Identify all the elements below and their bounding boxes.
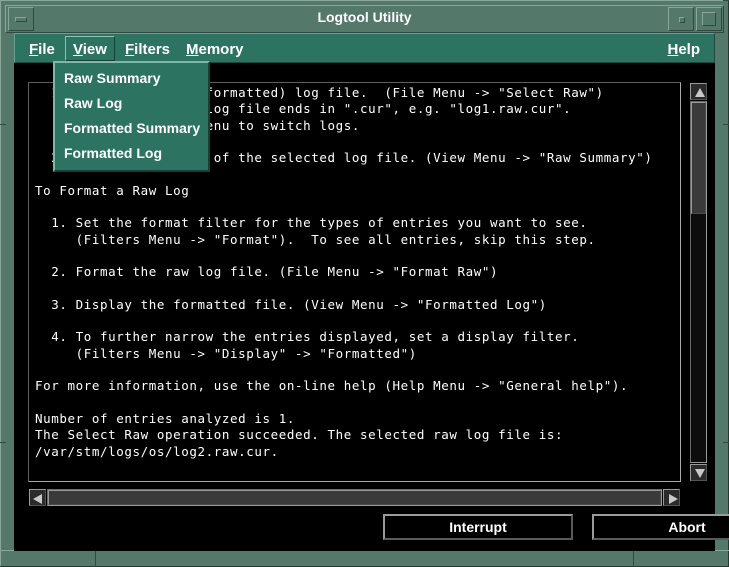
restore-button[interactable] bbox=[668, 7, 694, 31]
scroll-left-arrow-icon[interactable] bbox=[29, 489, 46, 506]
maximize-icon bbox=[702, 12, 716, 26]
menu-item-memory-rest: emory bbox=[198, 41, 244, 58]
restore-icon bbox=[679, 17, 685, 23]
view-menu-dropdown: Raw Summary Raw Log Formatted Summary Fo… bbox=[53, 61, 210, 172]
triangle-right-glyph bbox=[669, 494, 678, 504]
menu-item-view-rest: iew bbox=[82, 41, 107, 58]
menu-item-memory-mnemonic: M bbox=[186, 41, 199, 58]
triangle-left-glyph bbox=[33, 494, 42, 504]
menu-item-filters[interactable]: Filters bbox=[117, 36, 178, 61]
title-bar[interactable]: Logtool Utility bbox=[5, 5, 724, 33]
menu-item-filters-rest: ilters bbox=[134, 41, 171, 58]
menu-option-raw-log[interactable]: Raw Log bbox=[55, 91, 208, 116]
interrupt-button[interactable]: Interrupt bbox=[383, 514, 573, 540]
resize-grip-right-lower[interactable] bbox=[723, 442, 729, 443]
menu-option-formatted-log[interactable]: Formatted Log bbox=[55, 141, 208, 166]
application-window: Logtool Utility File View Filters Memory… bbox=[0, 0, 729, 567]
resize-grip-top-right[interactable] bbox=[723, 0, 729, 1]
scroll-up-arrow-icon[interactable] bbox=[690, 83, 707, 100]
menu-item-filters-mnemonic: F bbox=[125, 41, 135, 58]
menu-bar: File View Filters Memory Help bbox=[14, 33, 715, 63]
maximize-button[interactable] bbox=[696, 7, 722, 31]
abort-button[interactable]: Abort bbox=[592, 514, 729, 540]
window-frame-highlight-top bbox=[0, 0, 729, 1]
triangle-down-glyph bbox=[695, 469, 705, 478]
triangle-up-glyph bbox=[695, 88, 705, 97]
horizontal-scroll-trough[interactable] bbox=[47, 489, 662, 506]
menu-item-file-rest: ile bbox=[38, 41, 55, 58]
menu-item-help-rest: elp bbox=[678, 41, 700, 58]
vertical-scrollbar[interactable] bbox=[689, 82, 708, 482]
menu-item-memory[interactable]: Memory bbox=[178, 36, 252, 61]
menu-item-view[interactable]: View bbox=[65, 36, 115, 61]
menu-item-help[interactable]: Help bbox=[659, 36, 708, 61]
menu-item-file[interactable]: File bbox=[21, 36, 63, 61]
menu-item-view-mnemonic: V bbox=[73, 41, 83, 58]
menu-item-file-mnemonic: F bbox=[29, 41, 39, 58]
horizontal-scroll-thumb[interactable] bbox=[48, 490, 661, 505]
horizontal-scrollbar[interactable] bbox=[28, 488, 681, 507]
menu-option-formatted-summary[interactable]: Formatted Summary bbox=[55, 116, 208, 141]
vertical-scroll-trough[interactable] bbox=[690, 101, 707, 463]
resize-grip-left-upper[interactable] bbox=[0, 124, 6, 125]
menu-item-help-mnemonic: H bbox=[667, 41, 679, 58]
scroll-right-arrow-icon[interactable] bbox=[663, 489, 680, 506]
resize-grip-right-upper[interactable] bbox=[723, 124, 729, 125]
vertical-scroll-thumb[interactable] bbox=[691, 102, 706, 214]
window-frame-highlight-left bbox=[0, 0, 1, 567]
resize-grip-left-lower[interactable] bbox=[0, 442, 6, 443]
scroll-down-arrow-icon[interactable] bbox=[690, 464, 707, 481]
window-title: Logtool Utility bbox=[317, 9, 412, 25]
menu-option-raw-summary[interactable]: Raw Summary bbox=[55, 66, 208, 91]
